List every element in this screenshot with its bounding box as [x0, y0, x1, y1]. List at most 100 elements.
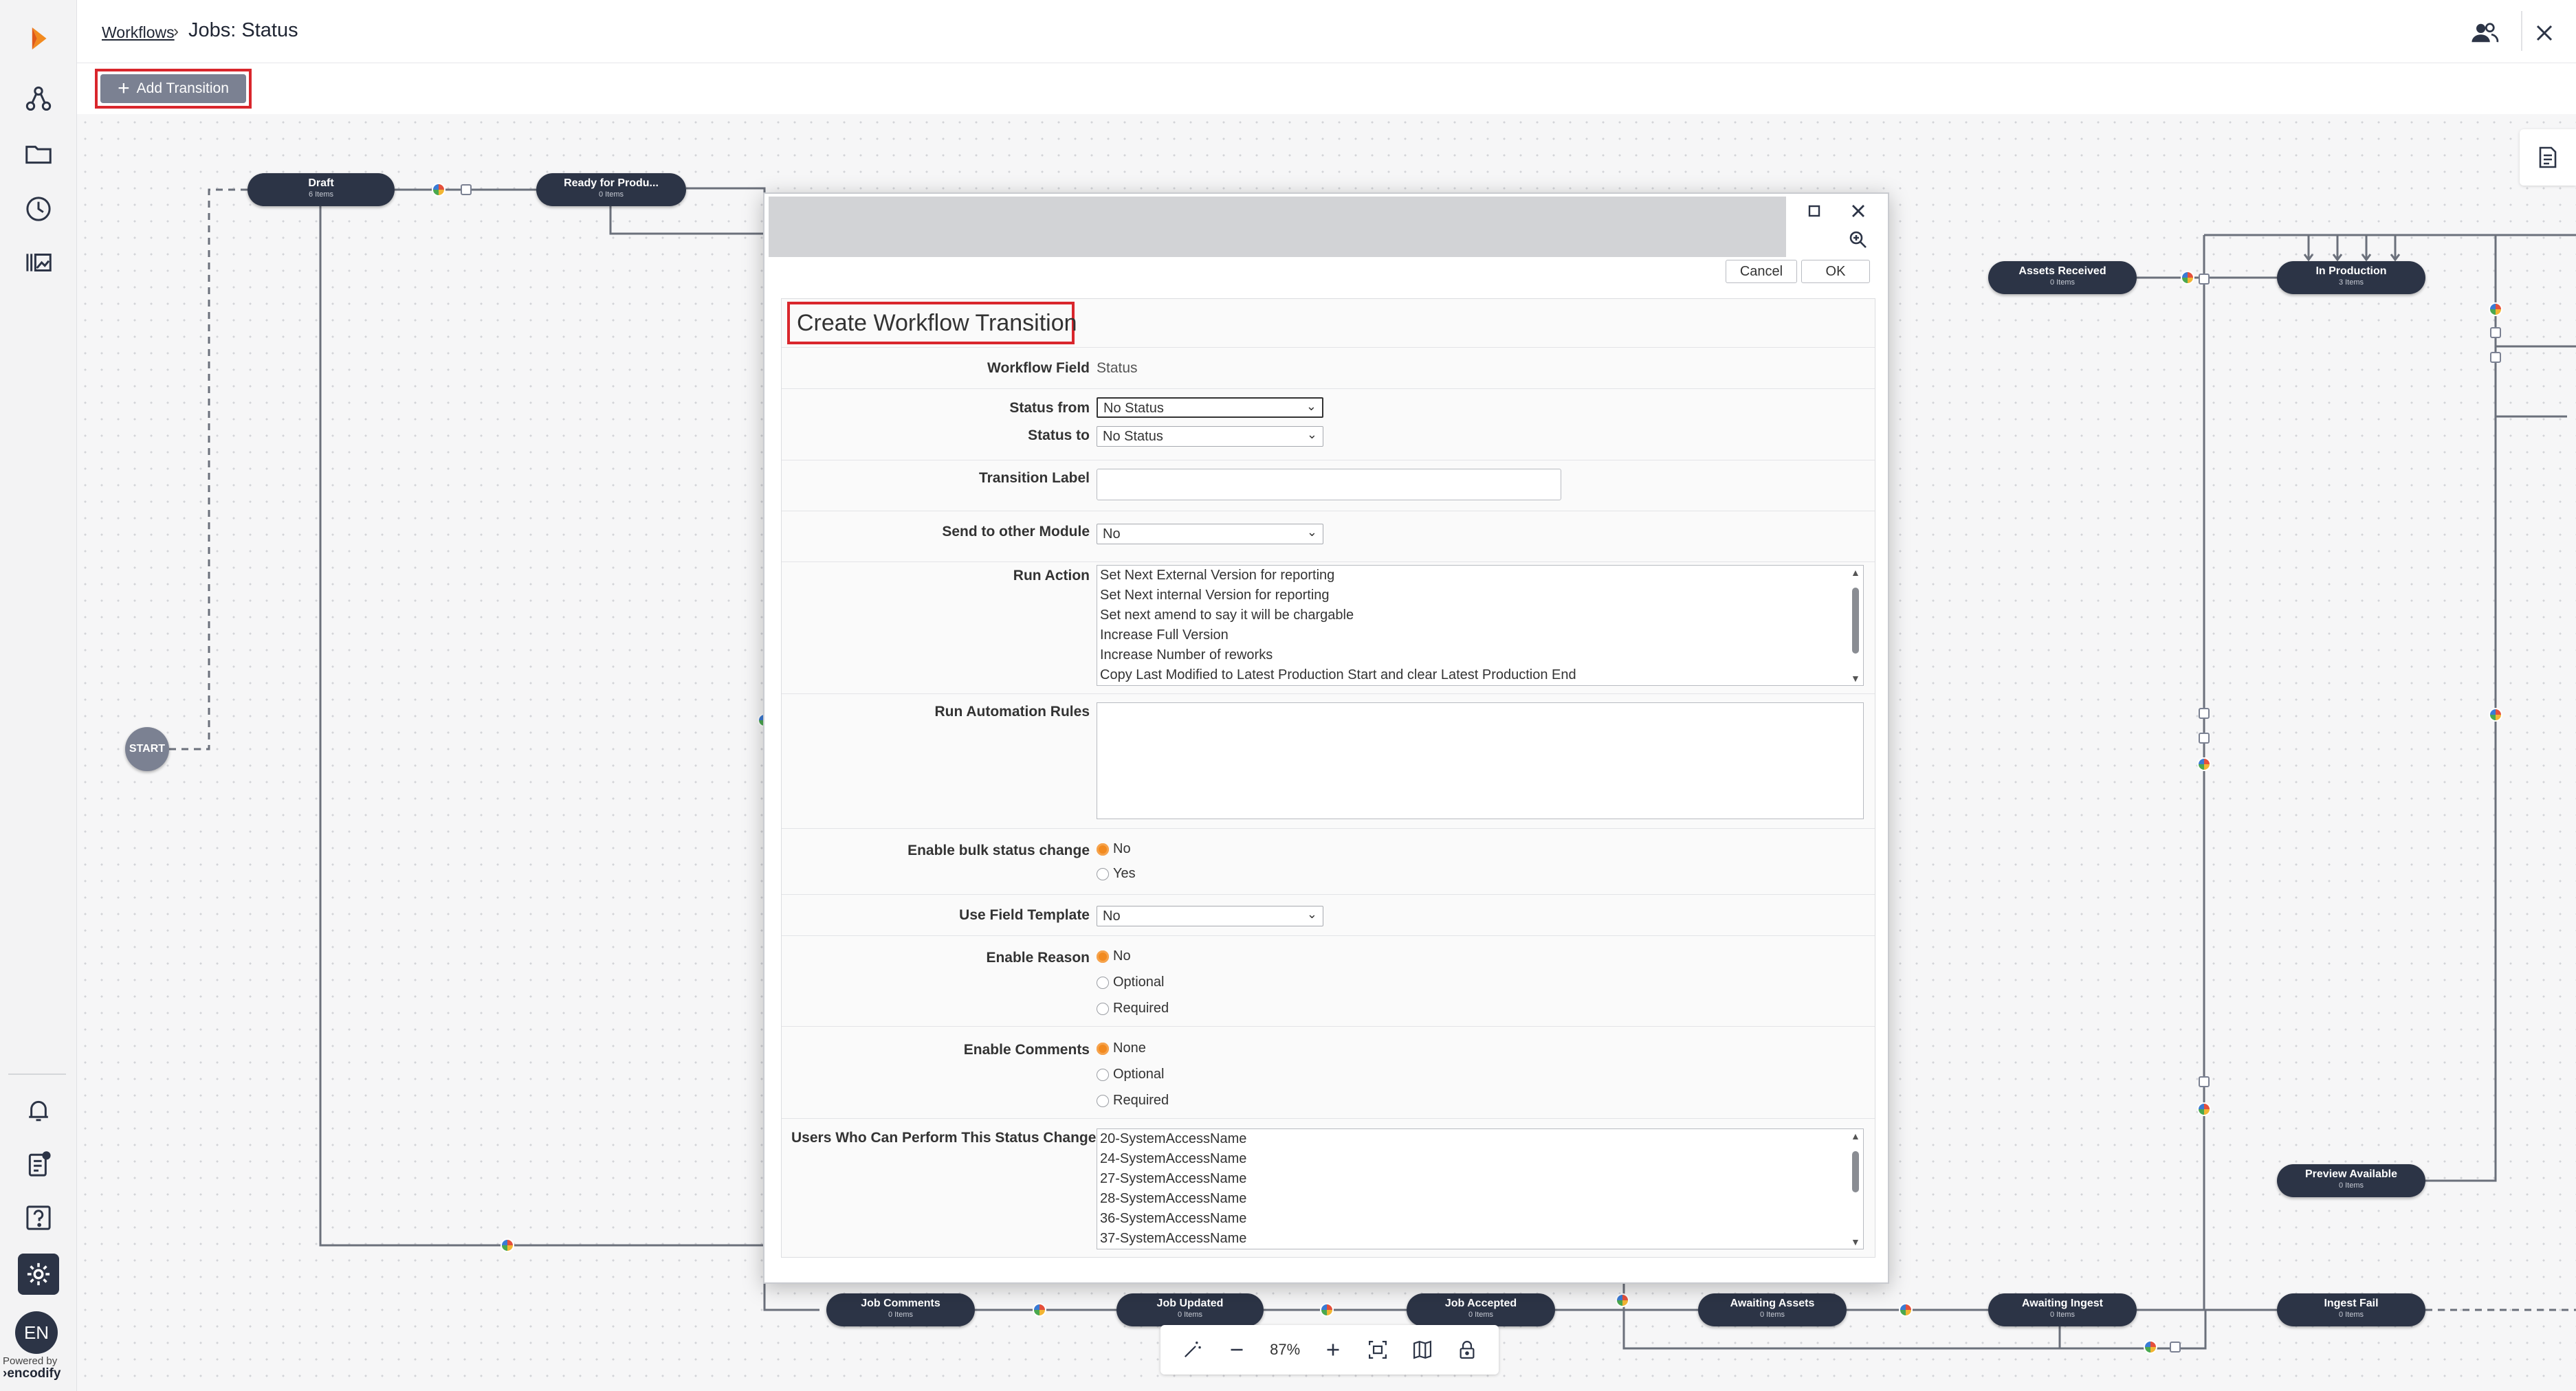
- workflow-icon[interactable]: [18, 78, 59, 120]
- radio-button[interactable]: [1097, 976, 1109, 989]
- transition-marker[interactable]: [1033, 1303, 1046, 1317]
- scroll-down-icon[interactable]: ▼: [1851, 1236, 1860, 1247]
- users-icon[interactable]: [2469, 18, 2499, 48]
- node-awaiting-assets[interactable]: Awaiting Assets 0 Items: [1698, 1293, 1847, 1326]
- scrollbar-thumb[interactable]: [1852, 588, 1859, 654]
- list-item[interactable]: 27-SystemAccessName: [1097, 1169, 1863, 1189]
- list-item[interactable]: Set next amend to say it will be chargab…: [1097, 605, 1863, 625]
- transition-marker[interactable]: [1616, 1293, 1629, 1307]
- status-from-select[interactable]: No Status ⌄: [1097, 397, 1323, 418]
- lock-icon[interactable]: [2170, 1342, 2181, 1353]
- comments-option-required[interactable]: Required: [1097, 1093, 1169, 1109]
- node-preview-available[interactable]: Preview Available 0 Items: [2277, 1164, 2425, 1197]
- bulk-option-no[interactable]: No: [1097, 841, 1131, 857]
- tasks-icon[interactable]: [18, 1144, 59, 1185]
- transition-marker[interactable]: [2489, 708, 2502, 722]
- radio-button[interactable]: [1097, 867, 1109, 880]
- field-template-select[interactable]: No ⌄: [1097, 906, 1323, 926]
- scroll-up-icon[interactable]: ▲: [1851, 567, 1860, 578]
- list-item[interactable]: 20-SystemAccessName: [1097, 1129, 1863, 1149]
- list-item[interactable]: Increase Full Version: [1097, 625, 1863, 645]
- node-job-updated[interactable]: Job Updated 0 Items: [1116, 1293, 1264, 1326]
- language-avatar[interactable]: EN: [15, 1311, 58, 1354]
- list-item[interactable]: 36-SystemAccessName: [1097, 1209, 1863, 1229]
- list-item[interactable]: 28-SystemAccessName: [1097, 1189, 1863, 1209]
- lock-icon[interactable]: [461, 184, 472, 195]
- zoom-icon[interactable]: [1847, 228, 1870, 252]
- transition-marker[interactable]: [2489, 302, 2502, 316]
- reason-option-required[interactable]: Required: [1097, 1001, 1169, 1016]
- magic-wand-icon[interactable]: [1180, 1338, 1204, 1361]
- zoom-in-icon[interactable]: [1321, 1338, 1345, 1361]
- scrollbar[interactable]: ▲ ▼: [1849, 567, 1862, 684]
- list-item[interactable]: Set Next internal Version for reporting: [1097, 586, 1863, 605]
- transition-label-input[interactable]: [1097, 469, 1561, 500]
- add-transition-button[interactable]: + Add Transition: [100, 74, 246, 103]
- transition-marker[interactable]: [2181, 271, 2194, 285]
- users-listbox[interactable]: 20-SystemAccessName 24-SystemAccessName …: [1097, 1128, 1864, 1249]
- scrollbar-thumb[interactable]: [1852, 1151, 1859, 1192]
- transition-marker[interactable]: [2197, 757, 2211, 771]
- close-page-icon[interactable]: [2531, 19, 2558, 47]
- lock-icon[interactable]: [2490, 327, 2501, 338]
- transition-marker[interactable]: [432, 183, 445, 197]
- radio-button[interactable]: [1097, 1094, 1109, 1107]
- reason-option-no[interactable]: No: [1097, 948, 1131, 964]
- radio-button[interactable]: [1097, 1002, 1109, 1015]
- gate-icon[interactable]: [2199, 1076, 2210, 1087]
- scroll-down-icon[interactable]: ▼: [1851, 673, 1860, 684]
- gate-icon[interactable]: [2199, 708, 2210, 719]
- radio-button[interactable]: [1097, 1042, 1109, 1055]
- radio-button[interactable]: [1097, 843, 1109, 856]
- status-to-select[interactable]: No Status ⌄: [1097, 426, 1323, 447]
- radio-button[interactable]: [1097, 1068, 1109, 1081]
- node-job-comments[interactable]: Job Comments 0 Items: [826, 1293, 975, 1326]
- node-ready-for-production[interactable]: Ready for Produ... 0 Items: [536, 173, 686, 206]
- scrollbar[interactable]: ▲ ▼: [1849, 1131, 1862, 1247]
- transition-marker[interactable]: [2144, 1340, 2157, 1354]
- list-item[interactable]: 24-SystemAccessName: [1097, 1149, 1863, 1169]
- cancel-button[interactable]: Cancel: [1726, 260, 1797, 283]
- fit-to-screen-icon[interactable]: [1366, 1338, 1389, 1361]
- node-assets-received[interactable]: Assets Received 0 Items: [1988, 261, 2137, 294]
- node-in-production[interactable]: In Production 3 Items: [2277, 261, 2425, 294]
- node-draft[interactable]: Draft 6 Items: [247, 173, 395, 206]
- dialog-titlebar[interactable]: [769, 197, 1786, 257]
- close-icon[interactable]: [1847, 199, 1870, 223]
- maximize-icon[interactable]: [1804, 201, 1825, 221]
- ok-button[interactable]: OK: [1801, 260, 1870, 283]
- gear-icon[interactable]: [18, 1254, 59, 1295]
- start-node[interactable]: START: [125, 727, 169, 771]
- send-module-select[interactable]: No ⌄: [1097, 524, 1323, 544]
- run-action-listbox[interactable]: Set Next External Version for reporting …: [1097, 565, 1864, 686]
- scroll-up-icon[interactable]: ▲: [1851, 1131, 1860, 1142]
- list-item[interactable]: 37-SystemAccessName: [1097, 1229, 1863, 1249]
- transition-marker[interactable]: [1899, 1303, 1913, 1317]
- transition-marker[interactable]: [1320, 1303, 1334, 1317]
- node-ingest-fail[interactable]: Ingest Fail 0 Items: [2277, 1293, 2425, 1326]
- transition-marker[interactable]: [2197, 1102, 2211, 1116]
- reason-option-optional[interactable]: Optional: [1097, 975, 1165, 990]
- lock-icon[interactable]: [2199, 733, 2210, 744]
- help-icon[interactable]: [18, 1197, 59, 1238]
- bell-icon[interactable]: [18, 1090, 59, 1131]
- minimap-icon[interactable]: [1411, 1338, 1434, 1361]
- bulk-option-yes[interactable]: Yes: [1097, 866, 1136, 882]
- transition-marker[interactable]: [500, 1238, 514, 1252]
- logo-icon[interactable]: [18, 18, 59, 59]
- notes-panel-button[interactable]: [2520, 129, 2576, 186]
- folder-icon[interactable]: [18, 133, 59, 175]
- list-item[interactable]: Copy Last Modified to Latest Production …: [1097, 665, 1863, 685]
- breadcrumb-workflows-link[interactable]: Workflows: [102, 23, 175, 42]
- gate-icon[interactable]: [2490, 352, 2501, 363]
- comments-option-optional[interactable]: Optional: [1097, 1067, 1165, 1082]
- clock-icon[interactable]: [18, 188, 59, 230]
- comments-option-none[interactable]: None: [1097, 1041, 1146, 1056]
- lock-canvas-icon[interactable]: [1455, 1338, 1479, 1361]
- gate-icon[interactable]: [2199, 274, 2210, 285]
- node-job-accepted[interactable]: Job Accepted 0 Items: [1407, 1293, 1555, 1326]
- list-item[interactable]: Set Next External Version for reporting: [1097, 566, 1863, 586]
- list-item[interactable]: Increase Number of reworks: [1097, 645, 1863, 665]
- library-icon[interactable]: [18, 242, 59, 283]
- zoom-out-icon[interactable]: [1225, 1338, 1248, 1361]
